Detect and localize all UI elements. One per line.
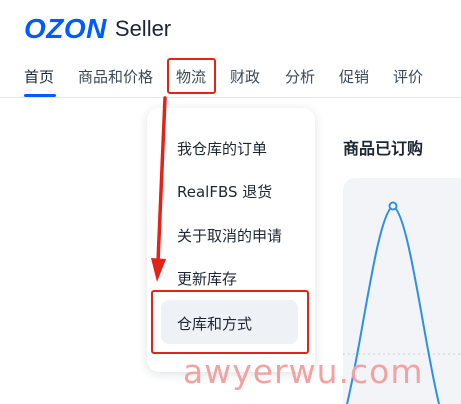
- nav-item-analytics[interactable]: 分析: [285, 66, 315, 87]
- menu-item-my-warehouse-orders[interactable]: 我仓库的订单: [177, 138, 267, 159]
- watermark-text: awyerwu.com: [183, 352, 424, 391]
- menu-item-update-stock[interactable]: 更新库存: [177, 268, 237, 289]
- logo-subtitle: Seller: [114, 16, 172, 41]
- panel-title: 商品已订购: [343, 139, 424, 158]
- chart-peak-point: [388, 201, 398, 211]
- warehouses-highlight-box: [151, 290, 309, 354]
- nav-item-reviews[interactable]: 评价: [393, 66, 423, 87]
- nav-item-home[interactable]: 首页: [24, 66, 54, 87]
- nav-item-finance[interactable]: 财政: [230, 66, 260, 87]
- menu-item-cancellation-requests[interactable]: 关于取消的申请: [177, 225, 282, 246]
- menu-item-realfbs-returns[interactable]: RealFBS 退货: [177, 181, 272, 202]
- ozon-seller-logo[interactable]: OZON Seller: [24, 13, 172, 44]
- logo-wordmark: OZON: [24, 13, 107, 44]
- logistics-highlight-box: [167, 58, 216, 94]
- nav-item-products-prices[interactable]: 商品和价格: [78, 66, 153, 87]
- nav-item-promotions[interactable]: 促销: [339, 66, 369, 87]
- top-nav: 首页 商品和价格 物流 财政 分析 促销 评价: [0, 60, 461, 98]
- active-tab-indicator: [24, 94, 56, 97]
